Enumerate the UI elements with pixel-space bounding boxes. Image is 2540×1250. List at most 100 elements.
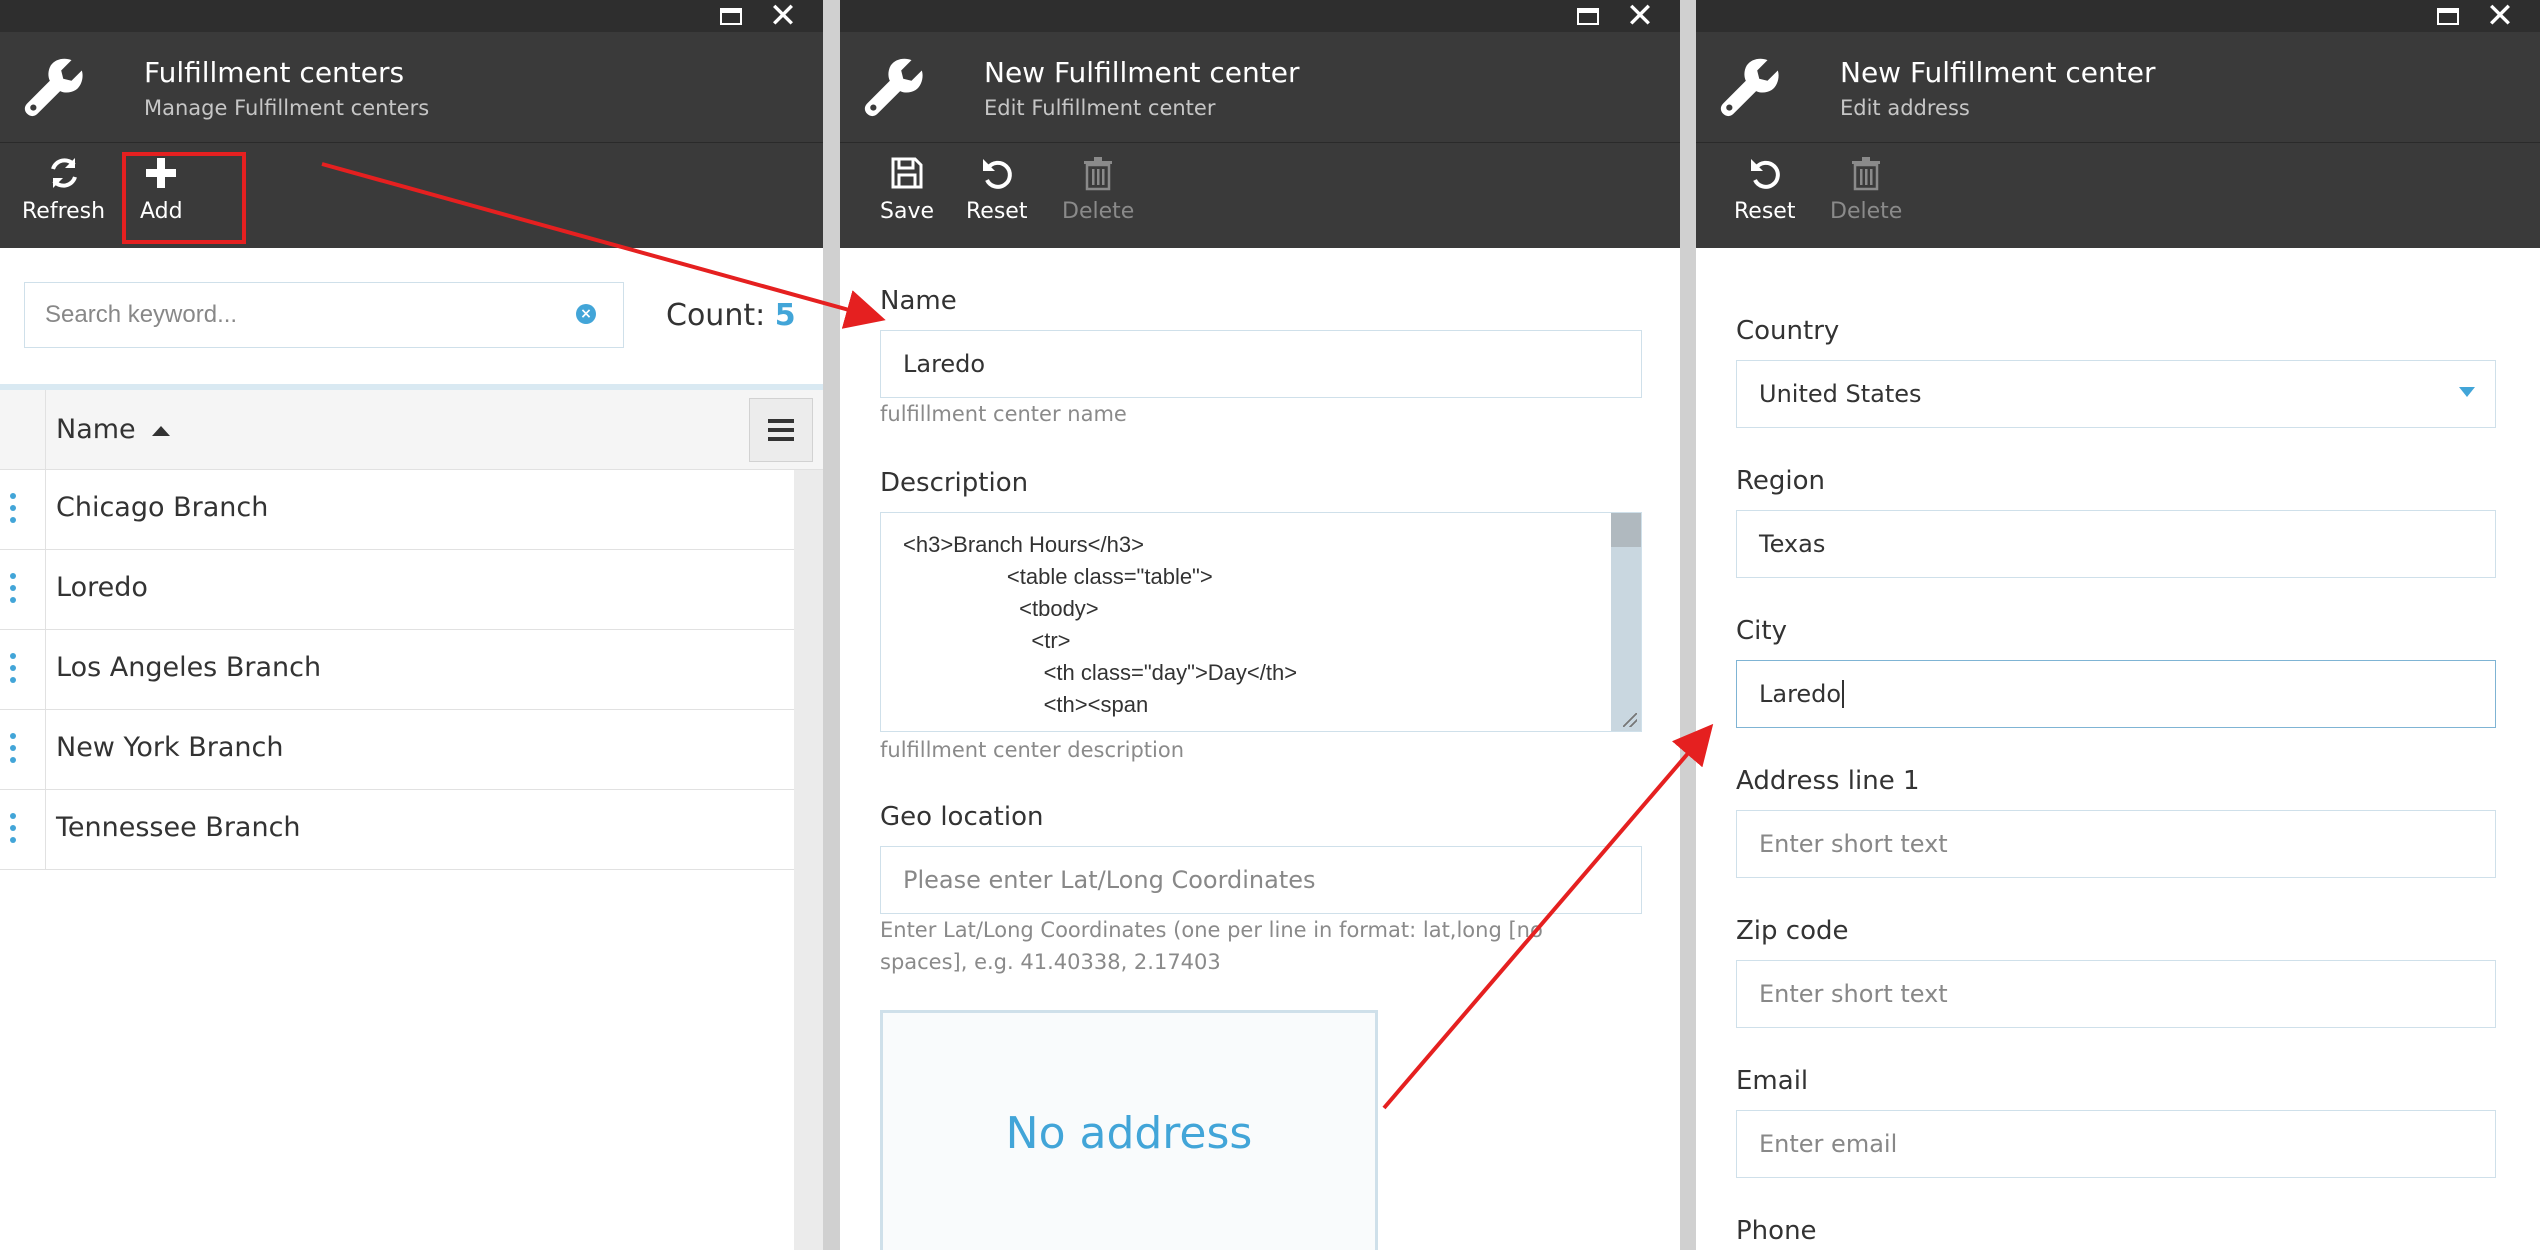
blade-separator [1680, 0, 1696, 1250]
grid-header: Name [0, 390, 823, 470]
save-icon [891, 157, 923, 189]
trash-icon [1852, 157, 1881, 191]
undo-icon [982, 159, 1012, 189]
delete-button[interactable]: Delete [1830, 155, 1902, 224]
count-display: Count: 5 [666, 298, 796, 333]
region-field[interactable]: Texas [1736, 510, 2496, 578]
geo-location-field[interactable]: Please enter Lat/Long Coordinates [880, 846, 1642, 914]
textarea-scrollbar[interactable] [1611, 513, 1641, 731]
blade-toolbar: Save Reset Delete [840, 142, 1680, 248]
reset-label: Reset [1734, 199, 1796, 224]
maximize-icon [1577, 7, 1599, 25]
maximize-button[interactable] [1568, 0, 1608, 32]
city-label: City [1736, 616, 1787, 646]
row-name: Loredo [56, 572, 148, 603]
description-textarea[interactable]: <h3>Branch Hours</h3> <table class="tabl… [880, 512, 1642, 732]
count-label: Count: [666, 298, 766, 333]
grid-menu-button[interactable] [749, 398, 813, 462]
address1-label: Address line 1 [1736, 766, 1920, 796]
phone-label: Phone [1736, 1216, 1817, 1246]
country-value: United States [1759, 380, 1922, 408]
wrench-icon [1720, 58, 1779, 117]
wrench-icon [864, 58, 923, 117]
reset-label: Reset [966, 199, 1028, 224]
blade-title: Fulfillment centers [144, 56, 405, 89]
table-row[interactable]: Los Angeles Branch [0, 630, 794, 710]
description-label: Description [880, 468, 1029, 498]
delete-button[interactable]: Delete [1062, 155, 1134, 224]
blade-title: New Fulfillment center [984, 56, 1300, 89]
country-select[interactable]: United States [1736, 360, 2496, 428]
table-row[interactable]: Loredo [0, 550, 794, 630]
row-menu-icon[interactable] [0, 710, 46, 790]
blade-subtitle: Manage Fulfillment centers [144, 96, 430, 120]
resize-grip-icon[interactable] [1623, 713, 1637, 727]
maximize-icon [720, 7, 742, 25]
save-button[interactable]: Save [880, 155, 934, 224]
refresh-button[interactable]: Refresh [22, 155, 105, 224]
close-button[interactable]: ✕ [2480, 0, 2520, 36]
refresh-icon [50, 158, 77, 188]
blade-header: Fulfillment centers Manage Fulfillment c… [0, 32, 823, 142]
row-name: Chicago Branch [56, 492, 269, 523]
table-row[interactable]: Chicago Branch [0, 470, 794, 550]
column-header-name[interactable]: Name [56, 414, 170, 445]
delete-label: Delete [1830, 199, 1903, 224]
blade-header: New Fulfillment center Edit Fulfillment … [840, 32, 1680, 142]
geo-hint-line2: spaces], e.g. 41.40338, 2.17403 [880, 950, 1221, 974]
delete-label: Delete [1062, 199, 1135, 224]
clear-search-icon[interactable]: × [576, 304, 596, 324]
close-icon: ✕ [1625, 0, 1655, 36]
email-field[interactable]: Enter email [1736, 1110, 2496, 1178]
blade-titlebar: ✕ [840, 0, 1680, 36]
save-label: Save [880, 199, 935, 224]
country-label: Country [1736, 316, 1840, 346]
name-hint: fulfillment center name [880, 402, 1127, 426]
blade-content: Name Laredo fulfillment center name Desc… [840, 248, 1680, 1250]
name-field[interactable]: Laredo [880, 330, 1642, 398]
reset-button[interactable]: Reset [966, 155, 1027, 224]
row-name: Los Angeles Branch [56, 652, 322, 683]
row-menu-icon[interactable] [0, 470, 46, 550]
city-field[interactable]: Laredo [1736, 660, 2496, 728]
row-name: New York Branch [56, 732, 284, 763]
highlight-box [122, 152, 246, 244]
address-line1-field[interactable]: Enter short text [1736, 810, 2496, 878]
maximize-button[interactable] [2428, 0, 2468, 32]
table-row[interactable]: New York Branch [0, 710, 794, 790]
blade-subtitle: Edit Fulfillment center [984, 96, 1216, 120]
wrench-icon [24, 58, 83, 117]
row-menu-icon[interactable] [0, 790, 46, 870]
zip-code-field[interactable]: Enter short text [1736, 960, 2496, 1028]
description-hint: fulfillment center description [880, 738, 1185, 762]
no-address-widget[interactable]: No address [880, 1010, 1378, 1250]
blade-titlebar: ✕ [0, 0, 823, 36]
region-label: Region [1736, 466, 1826, 496]
trash-icon [1084, 157, 1113, 191]
scrollbar-thumb[interactable] [1611, 513, 1641, 547]
name-label: Name [880, 286, 957, 316]
close-icon: ✕ [768, 0, 798, 36]
undo-icon [1750, 159, 1780, 189]
maximize-button[interactable] [711, 0, 751, 32]
blade-toolbar: Reset Delete [1696, 142, 2540, 248]
reset-button[interactable]: Reset [1734, 155, 1795, 224]
blade-subtitle: Edit address [1840, 96, 1970, 120]
blade-titlebar: ✕ [1696, 0, 2540, 36]
search-input[interactable] [24, 282, 624, 348]
email-label: Email [1736, 1066, 1809, 1096]
close-button[interactable]: ✕ [1620, 0, 1660, 36]
table-row[interactable]: Tennessee Branch [0, 790, 794, 870]
close-button[interactable]: ✕ [763, 0, 803, 36]
row-menu-icon[interactable] [0, 630, 46, 710]
grid-scrollbar[interactable] [794, 470, 823, 1250]
grid-rows: Chicago Branch Loredo Los Angeles Branch… [0, 470, 794, 870]
close-icon: ✕ [2485, 0, 2515, 36]
refresh-label: Refresh [22, 199, 106, 224]
blade-title: New Fulfillment center [1840, 56, 2156, 89]
text-cursor [1842, 680, 1845, 708]
row-name: Tennessee Branch [56, 812, 301, 843]
row-menu-icon[interactable] [0, 550, 46, 630]
sort-ascending-icon [151, 425, 170, 436]
blade-new-fulfillment-center: ✕ New Fulfillment center Edit Fulfillmen… [840, 0, 1680, 1250]
